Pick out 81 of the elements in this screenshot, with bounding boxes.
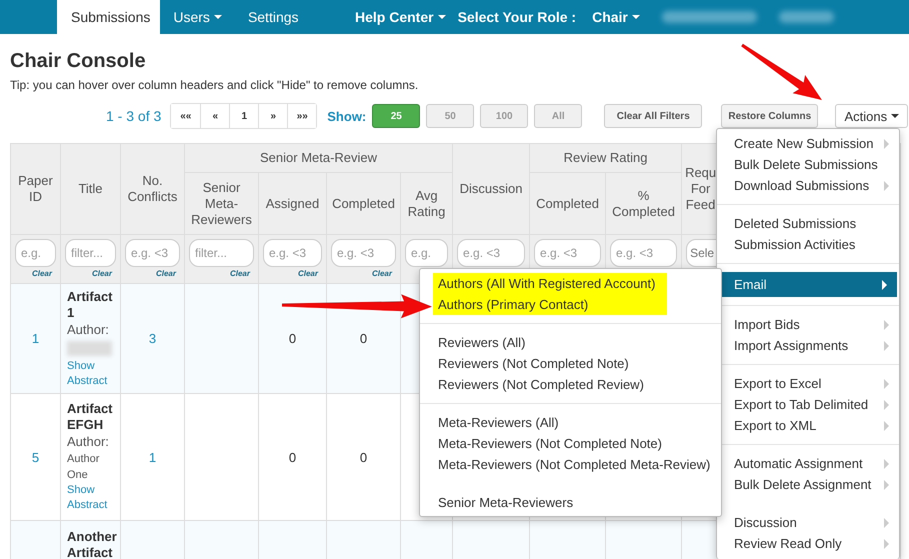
submenu-caret-icon <box>884 180 889 190</box>
show-abstract-link[interactable]: Show Abstract <box>67 358 114 388</box>
menu-item[interactable]: Bulk Delete Assignment <box>717 474 899 495</box>
pager-button[interactable]: »» <box>287 104 316 128</box>
table-link[interactable]: 1 <box>148 450 156 464</box>
page-title: Chair Console <box>10 50 147 72</box>
table-cell: 0 <box>360 450 368 464</box>
clear-link[interactable]: Clear <box>298 269 318 278</box>
submenu-caret-icon <box>884 420 889 430</box>
toolbar-button[interactable]: Clear All Filters <box>604 104 702 128</box>
nav-tab[interactable]: Submissions <box>57 0 160 34</box>
submenu-caret-icon <box>884 340 889 350</box>
submenu-caret-icon <box>882 280 887 290</box>
menu-item[interactable]: Import Bids <box>717 314 899 335</box>
clear-link[interactable]: Clear <box>156 269 176 278</box>
role-label: Select Your Role : <box>458 9 576 25</box>
submenu-caret-icon <box>884 400 889 410</box>
nav-link[interactable]: Chair <box>592 9 640 25</box>
table-link[interactable]: 1 <box>32 331 40 346</box>
menu-item[interactable]: Submission Activities <box>717 234 899 255</box>
author-label: Author: <box>67 433 110 451</box>
caret-icon <box>632 15 640 19</box>
menu-item[interactable]: Senior Meta-Reviewers <box>438 492 721 513</box>
menu-item[interactable]: Create New Submission <box>717 133 899 154</box>
tip-text: Tip: you can hover over column headers and click "Hide" to remove columns. <box>10 78 420 92</box>
caret-icon <box>438 15 446 19</box>
nav-tab[interactable]: Settings <box>234 0 312 34</box>
result-range: 1 - 3 of 3 <box>106 108 162 124</box>
show-abstract-link[interactable]: Show Abstract <box>67 483 114 513</box>
nav-tab[interactable]: Users <box>160 0 235 34</box>
paper-title: Artifact EFGH <box>67 401 114 433</box>
author-name: Author One <box>67 452 100 483</box>
author-label: Author: <box>67 320 110 338</box>
table-cell: 0 <box>288 450 296 464</box>
submenu-caret-icon <box>884 538 889 548</box>
blurred-text <box>778 11 834 23</box>
column-header[interactable]: Discussion <box>456 181 526 197</box>
clear-link[interactable]: Clear <box>230 269 250 278</box>
filter-field[interactable]: filter... <box>65 239 116 267</box>
filter-field[interactable]: e.g. <box>405 239 448 267</box>
column-group-header: Senior Meta-Review <box>259 150 378 166</box>
menu-item[interactable]: Download Submissions <box>717 175 899 196</box>
clear-link[interactable]: Clear <box>32 269 52 278</box>
menu-item[interactable]: Bulk Delete Submissions <box>717 154 899 175</box>
filter-field[interactable]: e.g. <3 <box>125 239 180 267</box>
table-link[interactable]: 5 <box>32 450 40 464</box>
submenu-caret-icon <box>884 378 889 388</box>
show-label: Show: <box>327 108 366 124</box>
column-header[interactable]: Title <box>64 181 117 197</box>
filter-field[interactable]: e.g. <3 <box>534 239 602 267</box>
menu-item[interactable]: Export to Tab Delimited <box>717 394 899 415</box>
menu-item[interactable]: Discussion <box>717 512 899 533</box>
menu-item[interactable]: Deleted Submissions <box>717 213 899 234</box>
table-link[interactable]: 3 <box>148 331 156 346</box>
caret-icon <box>891 114 900 118</box>
filter-field[interactable]: e.g. <3 <box>457 239 526 267</box>
submenu-caret-icon <box>884 320 889 330</box>
menu-item[interactable]: Authors (All With Registered Account) <box>438 273 667 294</box>
paper-title: Artifact 1 <box>67 288 114 320</box>
menu-item[interactable]: Reviewers (Not Completed Note) <box>438 353 721 374</box>
clear-link[interactable]: Clear <box>92 269 112 278</box>
clear-link[interactable]: Clear <box>372 269 392 278</box>
filter-field[interactable]: e.g. <3 <box>263 239 322 267</box>
submenu-caret-icon <box>884 518 889 528</box>
submenu-caret-icon <box>884 480 889 490</box>
actions-button[interactable]: Actions <box>835 104 908 128</box>
filter-field[interactable]: filter... <box>189 239 254 267</box>
table-cell: 0 <box>360 331 368 346</box>
column-header[interactable]: Requ For Feed <box>685 165 716 213</box>
menu-item[interactable]: Authors (Primary Contact) <box>438 294 667 315</box>
submenu-caret-icon <box>884 138 889 148</box>
toolbar-button[interactable]: Restore Columns <box>721 104 818 128</box>
column-group-header: Review Rating <box>562 150 648 166</box>
filter-field[interactable]: e.g. <3 <box>610 239 678 267</box>
nav-link[interactable]: Help Center <box>355 9 446 25</box>
caret-icon <box>214 15 222 19</box>
menu-item[interactable]: Meta-Reviewers (Not Completed Note) <box>438 433 721 454</box>
submenu-caret-icon <box>884 458 889 468</box>
filter-field[interactable]: e.g. <3 <box>331 239 396 267</box>
table-cell: 0 <box>288 331 296 346</box>
filter-field[interactable]: e.g. <box>15 239 56 267</box>
